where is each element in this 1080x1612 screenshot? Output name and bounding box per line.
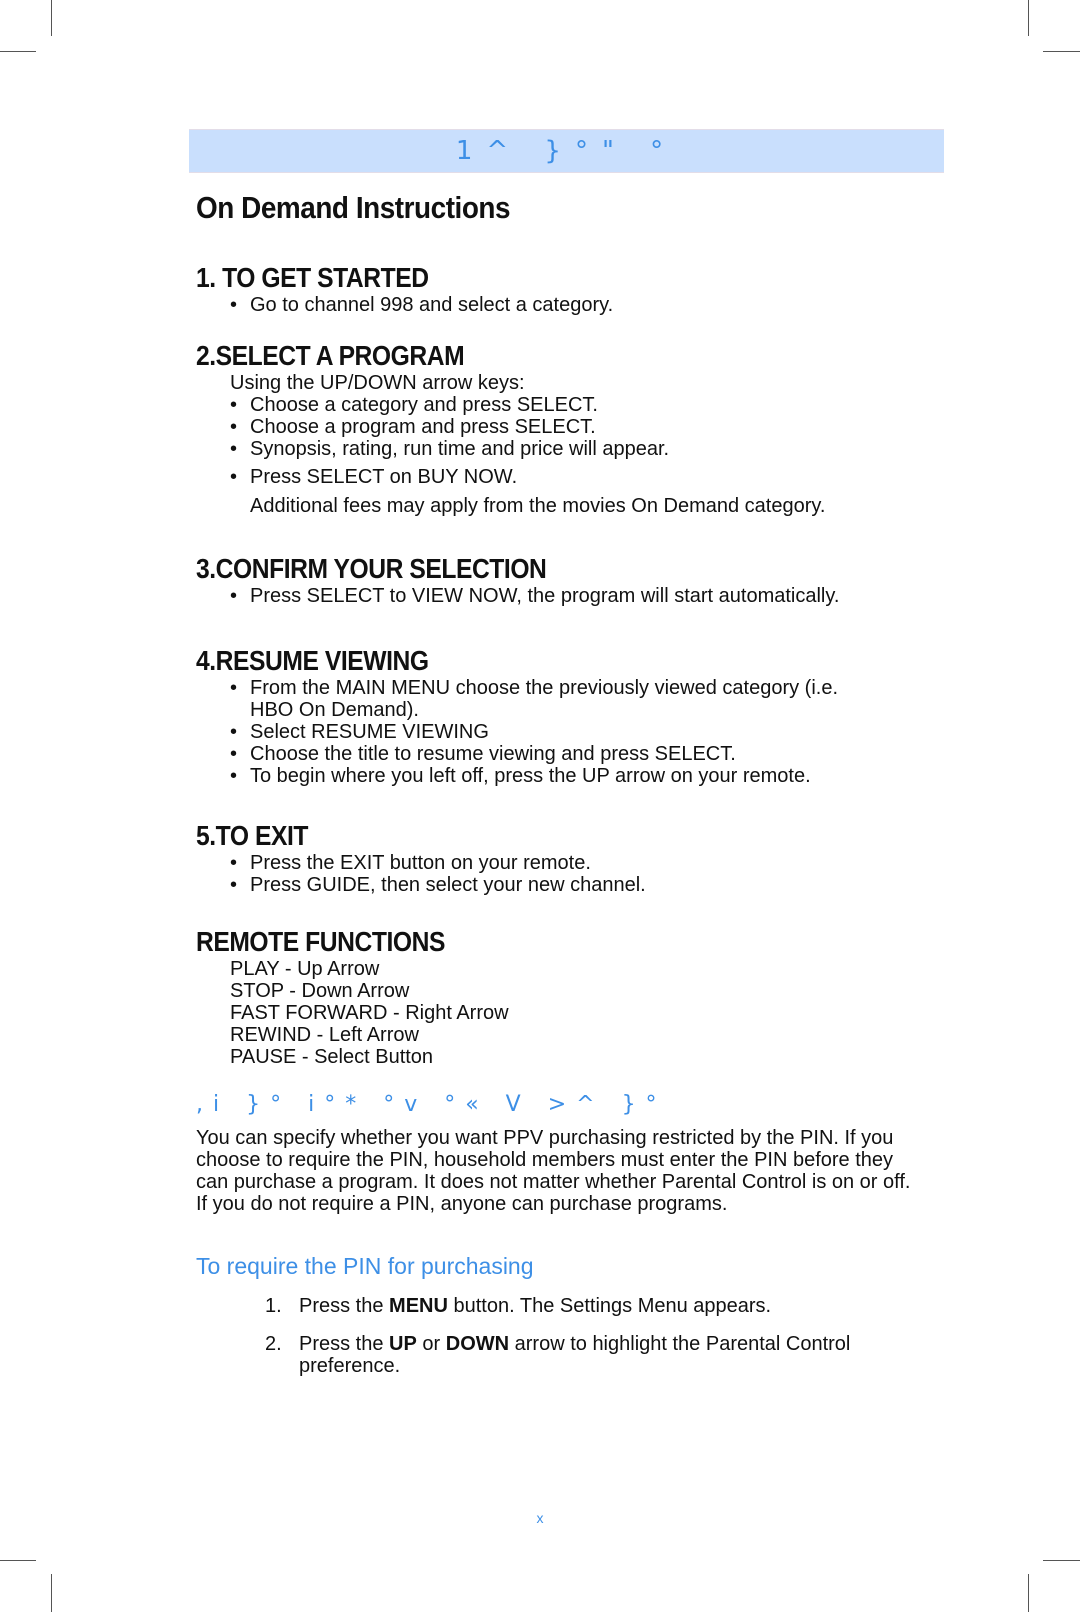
section: REMOTE FUNCTIONS PLAY - Up Arrow STOP - Do… [196,926,509,1068]
section-heading: 1. TO GET STARTED [196,262,429,293]
bullet-item: Press the EXIT button on your remote. [196,852,646,874]
section-heading: 5.TO EXIT [196,820,308,851]
bullet-item: Select RESUME VIEWING [196,721,838,743]
crop-mark [0,51,36,52]
bullet-text: Choose a category and press SELECT. [250,394,598,416]
crop-mark [1043,1560,1080,1561]
crop-mark [1028,1574,1029,1612]
procedure-steps: 1. Press the MENU button. The Settings Me… [265,1295,925,1393]
bullet-item: From the MAIN MENU choose the previously… [196,677,838,699]
bullet-text: Press SELECT on BUY NOW. [250,466,518,488]
page-title: On Demand Instructions [196,190,511,225]
crop-mark [51,0,52,36]
bullet-item: Press SELECT on BUY NOW. [196,466,825,488]
section-heading: 2.SELECT A PROGRAM [196,340,465,371]
step-number: 2. [265,1333,282,1355]
bullet-text: Press the EXIT button on your remote. [250,852,591,874]
bullet-text: Select RESUME VIEWING [250,721,489,743]
bullet-item: Choose the title to resume viewing and p… [196,743,838,765]
bullet-text: Choose the title to resume viewing and p… [250,743,736,765]
section: 1. TO GET STARTEDGo to channel 998 and s… [196,262,613,316]
crop-mark [51,1574,52,1612]
continuation-line: HBO On Demand). [250,699,419,721]
banner-text: 1^ }°" ° [455,136,678,166]
bullet-text: To begin where you left off, press the U… [250,765,811,787]
bullet-item: To begin where you left off, press the U… [196,765,838,787]
text-line: Using the UP/DOWN arrow keys: [230,372,525,394]
text-line: REWIND - Left Arrow [230,1024,419,1046]
text-line: FAST FORWARD - Right Arrow [230,1002,509,1024]
section: 2.SELECT A PROGRAM Using the UP/DOWN arro… [196,340,825,517]
section-heading: REMOTE FUNCTIONS [196,926,445,957]
bullet-item: Press GUIDE, then select your new channe… [196,874,646,896]
section-lines: Using the UP/DOWN arrow keys:Choose a ca… [196,372,825,517]
text-line: PAUSE - Select Button [230,1046,434,1068]
text-line: STOP - Down Arrow [230,980,410,1002]
section: 4.RESUME VIEWINGFrom the MAIN MENU choos… [196,645,838,787]
continuation-line: Additional fees may apply from the movie… [250,495,826,517]
step-text: or [416,1333,446,1355]
section: 5.TO EXITPress the EXIT button on your r… [196,820,646,896]
step-text: button. The Settings Menu appears. [447,1295,772,1317]
bullet-item: Choose a program and press SELECT. [196,416,825,438]
section-lines: From the MAIN MENU choose the previously… [196,677,838,787]
key-name: MENU [389,1295,448,1317]
procedure-step: 1. Press the MENU button. The Settings Me… [265,1295,925,1317]
pin-paragraph: You can specify whether you want PPV pur… [196,1127,911,1215]
bullet-item: Press SELECT to VIEW NOW, the program wi… [196,585,839,607]
section-lines: Press the EXIT button on your remote.Pre… [196,852,646,896]
bullet-text: Choose a program and press SELECT. [250,416,596,438]
key-name: DOWN [445,1333,510,1355]
bullet-text: Go to channel 998 and select a category. [250,294,614,316]
section-lines: Go to channel 998 and select a category. [196,294,613,316]
bullet-text: Synopsis, rating, run time and price wil… [250,438,670,460]
section-heading: 3.CONFIRM YOUR SELECTION [196,553,547,584]
step-text: Press the [299,1295,390,1317]
section-heading: 4.RESUME VIEWING [196,645,429,676]
header-banner: 1^ }°" ° [189,129,944,173]
crop-mark [1028,0,1029,36]
section: 3.CONFIRM YOUR SELECTIONPress SELECT to … [196,553,839,607]
crop-mark [0,1560,36,1561]
bullet-text: Press SELECT to VIEW NOW, the program wi… [250,585,840,607]
bullet-text: From the MAIN MENU choose the previously… [250,677,838,699]
step-text: Press the [299,1333,390,1355]
page-number: x [536,1510,544,1526]
step-number: 1. [265,1295,282,1317]
bullet-item: Choose a category and press SELECT. [196,394,825,416]
bullet-item: Synopsis, rating, run time and price wil… [196,438,825,460]
text-line: PLAY - Up Arrow [230,958,380,980]
bullet-text: Press GUIDE, then select your new channe… [250,874,646,896]
key-name: UP [389,1333,417,1355]
bullet-item: Go to channel 998 and select a category. [196,294,613,316]
section-lines: PLAY - Up Arrow STOP - Down Arrow FAST FOR… [196,958,509,1068]
crop-mark [1043,51,1080,52]
pin-section-heading: ,i }° i°* °v °« V >^ }° [196,1092,667,1117]
section-lines: Press SELECT to VIEW NOW, the program wi… [196,585,839,607]
procedure-title: To require the PIN for purchasing [196,1253,534,1279]
procedure-step: 2. Press the UP or DOWN arrow to highligh… [265,1333,925,1377]
